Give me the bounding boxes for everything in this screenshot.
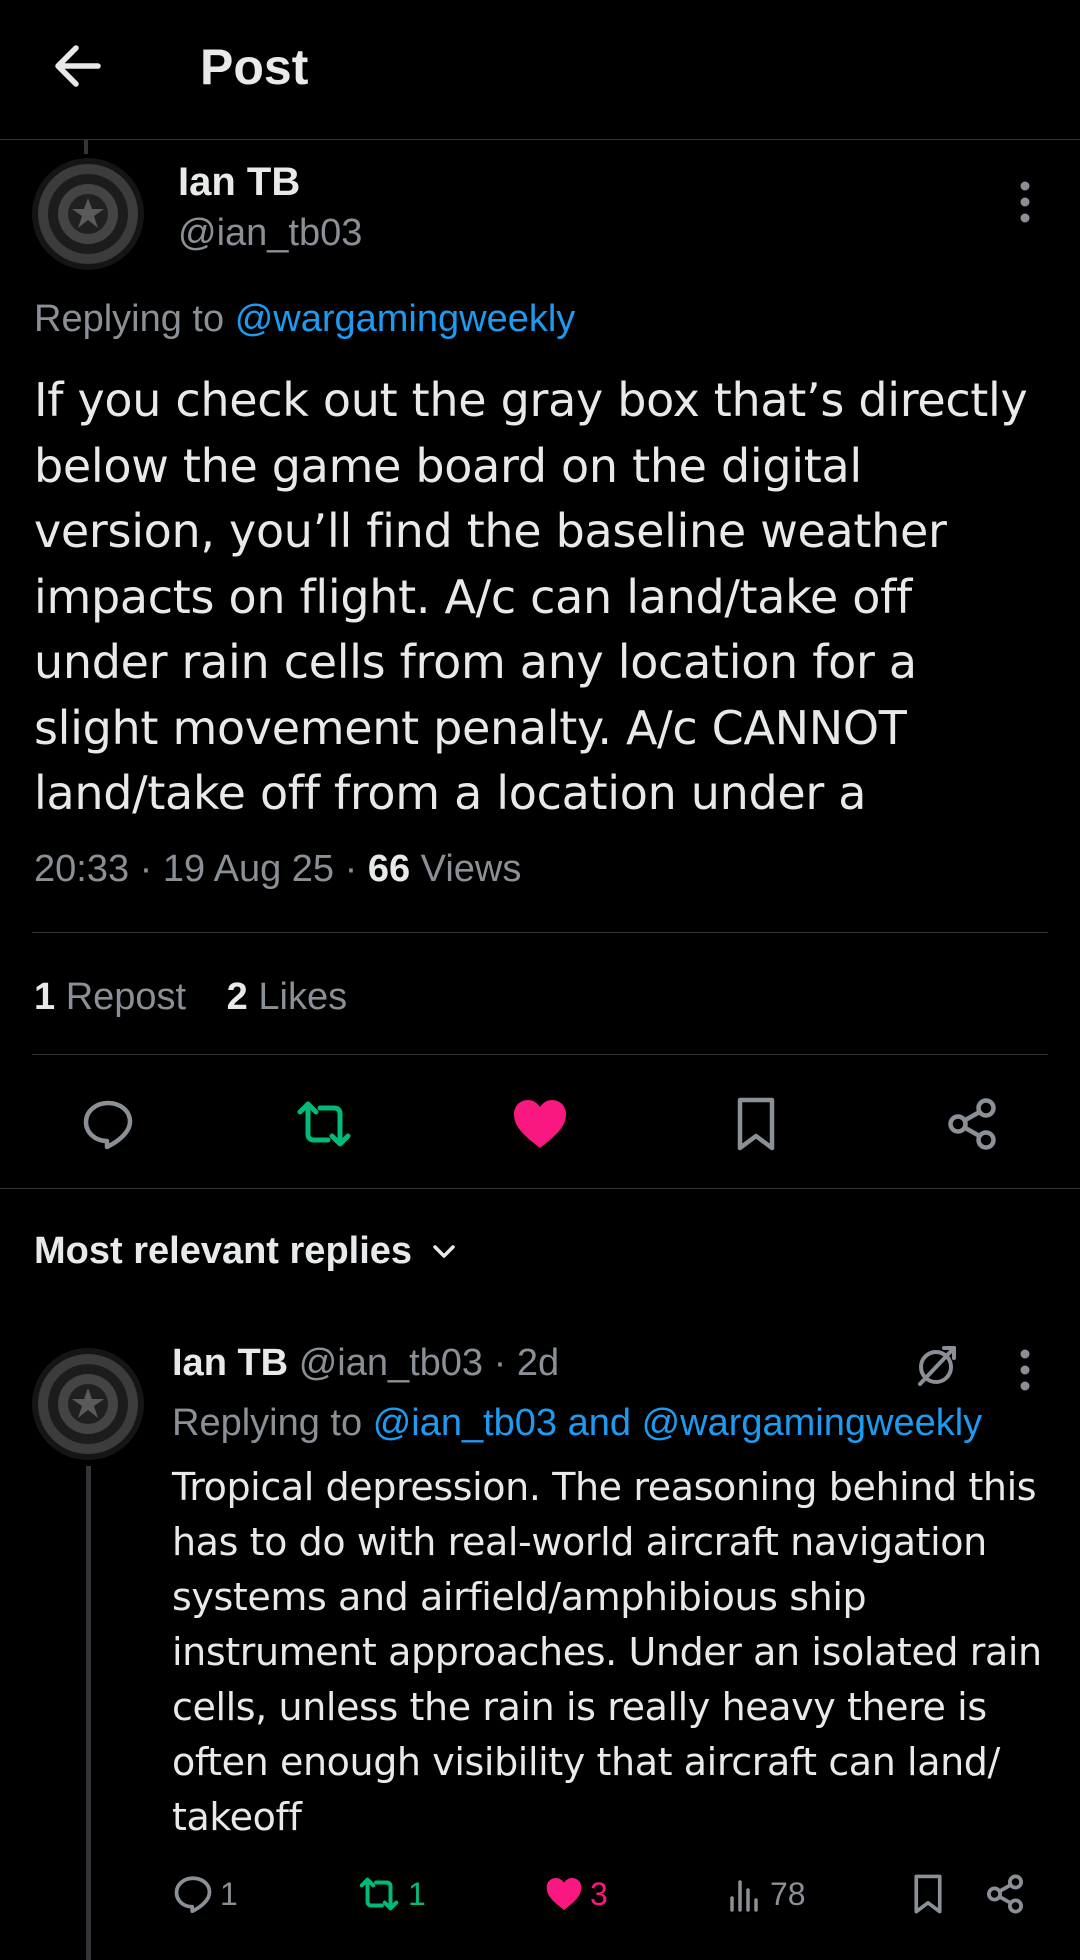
reply-reposts-count: 1	[408, 1875, 426, 1912]
shield-avatar-image	[32, 1348, 144, 1460]
reply-like-button[interactable]: 3	[544, 1870, 608, 1918]
likes-count: 2	[226, 976, 248, 1018]
reply-body: Tropical depression. The reasoning behin…	[172, 1465, 1042, 1839]
grok-icon	[918, 1346, 956, 1386]
reply-more-button[interactable]	[1010, 1338, 1040, 1398]
reply-views-count: 78	[770, 1875, 806, 1912]
post-body: If you check out the gray box that’s dir…	[34, 373, 1028, 820]
reply-bookmark-button[interactable]	[910, 1870, 946, 1918]
mention-link[interactable]: @ian_tb03 and @wargamingweekly	[373, 1402, 982, 1444]
reply-likes-count: 3	[590, 1875, 608, 1912]
more-vertical-icon	[1020, 1349, 1030, 1391]
bookmark-icon	[914, 1874, 942, 1914]
separator: ·	[493, 1342, 507, 1384]
post-date: 19 Aug 25	[162, 848, 335, 890]
repost-icon	[297, 1101, 351, 1147]
back-button[interactable]	[48, 38, 108, 94]
divider	[32, 932, 1048, 933]
section-divider	[0, 1188, 1080, 1189]
bookmark-button[interactable]	[722, 1090, 790, 1158]
reply-button[interactable]	[74, 1090, 142, 1158]
separator: ·	[139, 848, 153, 890]
reposts-label: Repost	[65, 976, 187, 1018]
share-icon	[948, 1098, 996, 1150]
mention-link[interactable]: @wargamingweekly	[235, 298, 576, 340]
post-time: 20:33	[34, 848, 130, 890]
repost-icon	[359, 1877, 399, 1911]
reposts-count: 1	[34, 976, 56, 1018]
reply-replies-count: 1	[220, 1875, 238, 1912]
like-button[interactable]	[506, 1090, 574, 1158]
author-avatar[interactable]	[32, 158, 144, 270]
post-more-button[interactable]	[1010, 172, 1040, 232]
thread-connector	[86, 1466, 91, 1960]
author-handle[interactable]: @ian_tb03	[178, 212, 362, 255]
replying-prefix: Replying to	[34, 298, 225, 340]
reply-age: 2d	[516, 1342, 560, 1384]
reply-share-button[interactable]	[984, 1870, 1026, 1918]
likes-label: Likes	[258, 976, 348, 1018]
share-button[interactable]	[938, 1090, 1006, 1158]
like-icon	[546, 1878, 582, 1910]
grok-button[interactable]	[912, 1342, 960, 1390]
page-title: Post	[200, 39, 309, 95]
reply-icon	[83, 1100, 133, 1150]
views-count: 66	[367, 848, 411, 890]
replies-sort-dropdown[interactable]: Most relevant replies	[34, 1230, 458, 1273]
author-name[interactable]: Ian TB	[178, 160, 300, 205]
reply-reply-button[interactable]: 1	[172, 1870, 238, 1918]
chevron-down-icon	[433, 1244, 455, 1258]
post-meta: 20:33 · 19 Aug 25 · 66 Views	[34, 848, 521, 891]
like-icon	[514, 1100, 566, 1148]
reposts-stat[interactable]: 1 Repost	[34, 976, 186, 1018]
replying-to-line: Replying to @wargamingweekly	[34, 298, 575, 341]
top-bar: Post	[0, 0, 1080, 140]
likes-stat[interactable]: 2 Likes	[227, 976, 347, 1018]
reply-views-button[interactable]: 78	[724, 1870, 806, 1918]
replies-sort-label: Most relevant replies	[34, 1230, 413, 1272]
reply-header: Ian TB @ian_tb03 · 2d	[172, 1342, 559, 1385]
views-icon	[730, 1880, 758, 1912]
divider	[32, 1054, 1048, 1055]
replying-prefix: Replying to	[172, 1402, 363, 1444]
bookmark-icon	[737, 1097, 775, 1151]
views-label: Views	[420, 848, 522, 890]
reply-icon	[174, 1876, 212, 1914]
repost-button[interactable]	[290, 1090, 358, 1158]
reply-author-avatar[interactable]	[32, 1348, 144, 1460]
shield-avatar-image	[32, 158, 144, 270]
reply-replying-to-line: Replying to @ian_tb03 and @wargamingweek…	[172, 1402, 982, 1445]
back-arrow-icon	[55, 45, 101, 87]
more-vertical-icon	[1020, 181, 1030, 223]
reply-repost-button[interactable]: 1	[356, 1870, 426, 1918]
share-icon	[987, 1874, 1023, 1914]
thread-connector-top	[84, 140, 88, 154]
reply-author-name[interactable]: Ian TB	[172, 1342, 288, 1384]
reply-author-handle[interactable]: @ian_tb03	[299, 1342, 483, 1384]
separator: ·	[344, 848, 358, 890]
engagement-stats: 1 Repost 2 Likes	[34, 976, 377, 1019]
